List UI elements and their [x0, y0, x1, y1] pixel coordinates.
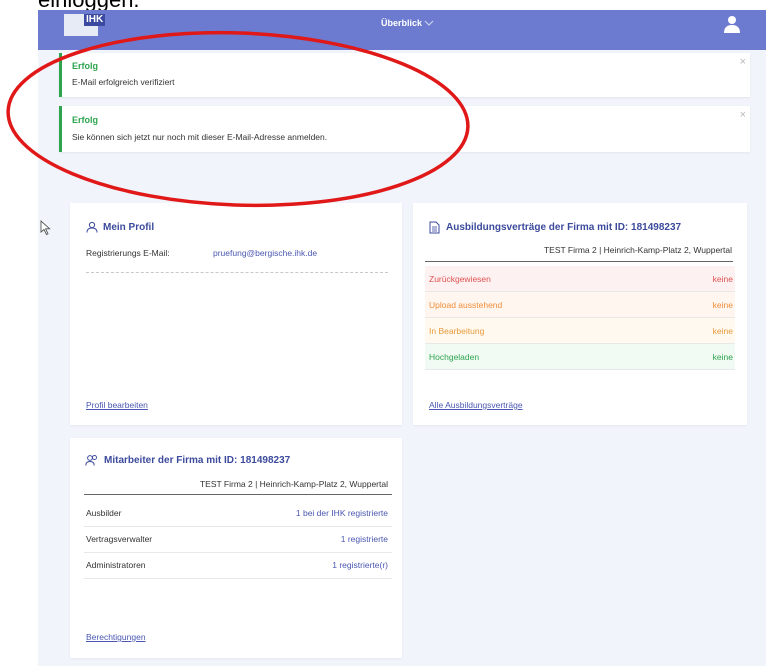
divider — [425, 261, 733, 262]
divider — [86, 272, 388, 273]
logo-text: IHK — [84, 14, 106, 26]
status-label: In Bearbeitung — [429, 326, 485, 336]
success-alert-verified: Erfolg E-Mail erfolgreich verifiziert × — [59, 53, 750, 97]
user-outline-icon — [86, 221, 98, 233]
alert-message: E-Mail erfolgreich verifiziert — [72, 77, 175, 87]
staff-card — [70, 438, 402, 658]
alert-message: Sie können sich jetzt nur noch mit diese… — [72, 132, 328, 142]
user-icon[interactable] — [722, 14, 742, 34]
staff-company: TEST Firma 2 | Heinrich-Kamp-Platz 2, Wu… — [199, 479, 388, 489]
mouse-pointer-icon — [40, 220, 51, 236]
success-alert-login: Erfolg Sie können sich jetzt nur noch mi… — [59, 106, 750, 152]
status-label: Hochgeladen — [429, 352, 480, 362]
row-divider — [84, 578, 392, 579]
row-divider — [84, 552, 392, 553]
alert-title: Erfolg — [72, 115, 98, 125]
alert-title: Erfolg — [72, 61, 98, 71]
staff-role-count[interactable]: 1 bei der IHK registrierte — [296, 508, 388, 518]
contracts-title: Ausbildungsverträge der Firma mit ID: 18… — [446, 222, 682, 233]
close-icon[interactable]: × — [740, 57, 746, 68]
status-label: Upload ausstehend — [429, 300, 503, 310]
staff-role-label: Ausbilder — [86, 508, 122, 518]
staff-role-label: Vertragsverwalter — [86, 534, 153, 544]
staff-title: Mitarbeiter der Firma mit ID: 181498237 — [104, 455, 291, 466]
email-value: pruefung@bergische.ihk.de — [213, 248, 318, 258]
users-outline-icon — [85, 455, 97, 466]
top-navigation-bar — [38, 10, 766, 50]
document-icon — [429, 221, 440, 234]
permissions-link[interactable]: Berechtigungen — [86, 632, 146, 642]
contract-status-row: Upload ausstehend keine — [425, 292, 735, 318]
all-contracts-link[interactable]: Alle Ausbildungsverträge — [429, 400, 523, 410]
contracts-company: TEST Firma 2 | Heinrich-Kamp-Platz 2, Wu… — [543, 245, 732, 255]
row-divider — [84, 526, 392, 527]
status-value: keine — [712, 352, 733, 362]
contract-status-row: Zurückgewiesen keine — [425, 266, 735, 292]
staff-role-label: Administratoren — [86, 560, 146, 570]
staff-role-count[interactable]: 1 registrierte(r) — [332, 560, 388, 570]
profile-title: Mein Profil — [103, 222, 155, 233]
status-value: keine — [712, 300, 733, 310]
divider — [84, 494, 392, 495]
close-icon[interactable]: × — [740, 110, 746, 121]
status-value: keine — [712, 274, 733, 284]
email-label: Registrierungs E-Mail: — [86, 248, 170, 258]
nav-overview-title[interactable]: Überblick — [381, 18, 422, 28]
screen: einloggen. IHK Überblick Erfolg E-Mail e… — [0, 0, 766, 666]
contract-status-row: In Bearbeitung keine — [425, 318, 735, 344]
status-value: keine — [712, 326, 733, 336]
chevron-down-icon[interactable] — [424, 19, 434, 27]
status-label: Zurückgewiesen — [429, 274, 491, 284]
edit-profile-link[interactable]: Profil bearbeiten — [86, 400, 148, 410]
profile-card — [70, 203, 402, 425]
staff-role-count[interactable]: 1 registrierte — [341, 534, 388, 544]
contract-status-row: Hochgeladen keine — [425, 344, 735, 370]
